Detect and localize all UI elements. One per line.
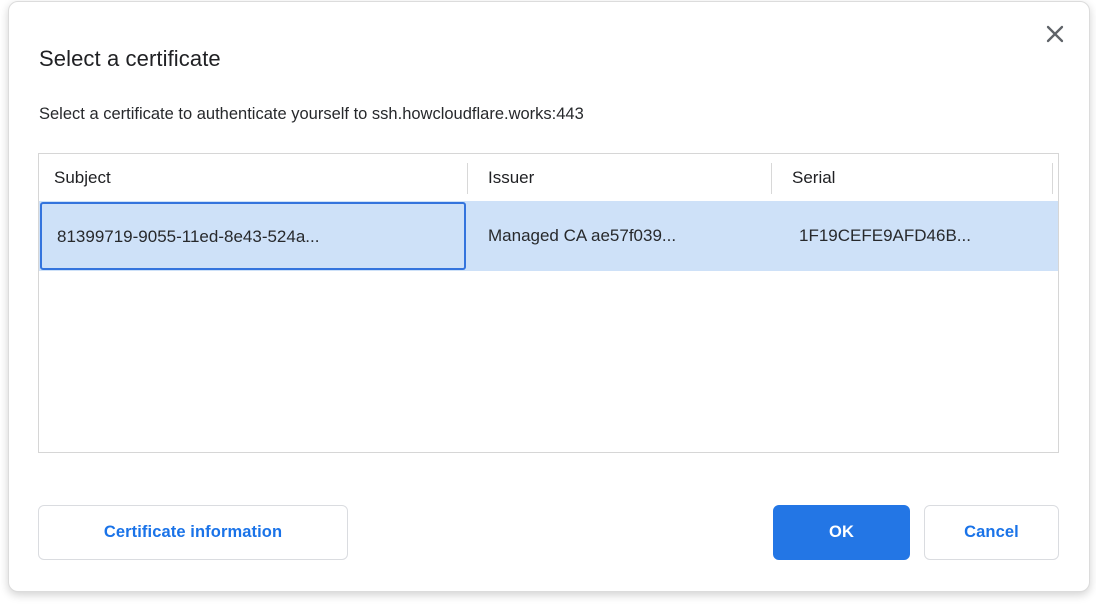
cell-subject[interactable]: 81399719-9055-11ed-8e43-524a... <box>40 202 466 270</box>
cell-issuer: Managed CA ae57f039... <box>488 201 676 271</box>
table-header: Subject Issuer Serial <box>39 154 1058 201</box>
select-certificate-dialog: Select a certificate Select a certificat… <box>8 1 1090 592</box>
column-divider <box>771 163 772 194</box>
certificate-information-button[interactable]: Certificate information <box>38 505 348 560</box>
column-divider <box>1052 163 1053 194</box>
column-header-serial: Serial <box>792 154 835 201</box>
column-header-subject: Subject <box>54 154 111 201</box>
column-header-issuer: Issuer <box>488 154 534 201</box>
ok-button[interactable]: OK <box>773 505 910 560</box>
dialog-subtitle: Select a certificate to authenticate you… <box>39 105 584 124</box>
certificate-table: Subject Issuer Serial 81399719-9055-11ed… <box>38 153 1059 453</box>
certificate-row-selected[interactable]: 81399719-9055-11ed-8e43-524a... Managed … <box>39 201 1058 271</box>
close-icon[interactable] <box>1039 18 1071 50</box>
column-divider <box>467 163 468 194</box>
cell-serial: 1F19CEFE9AFD46B... <box>799 201 971 271</box>
dialog-title: Select a certificate <box>39 46 221 72</box>
cancel-button[interactable]: Cancel <box>924 505 1059 560</box>
